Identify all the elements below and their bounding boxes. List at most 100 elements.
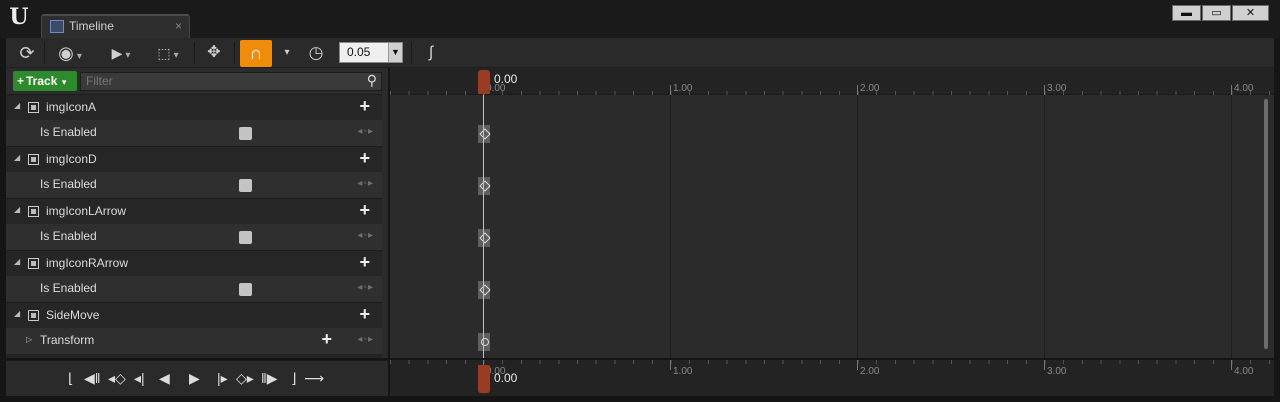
play-icon[interactable]: ▶: [104, 40, 138, 66]
track-property-row[interactable]: ▷ Transform + ◂◦▸: [6, 328, 388, 354]
track-object-name: imgIconD: [46, 152, 97, 166]
title-bar: U Timeline × ▬ ▭ ✕: [0, 0, 1280, 38]
track-object-row[interactable]: ◢ SideMove +: [6, 302, 388, 328]
bottom-time-ruler[interactable]: 0.00 1.00 2.00 3.00 4.00 0.00: [390, 360, 1274, 396]
track-object-name: imgIconA: [46, 100, 97, 114]
playhead-time-bottom: 0.00: [494, 371, 518, 385]
keyframe-diamond[interactable]: [478, 229, 490, 247]
panel-splitter[interactable]: [382, 68, 388, 358]
snap-options-chevron-down-icon[interactable]: ▾: [280, 40, 294, 66]
window-buttons: ▬ ▭ ✕: [1171, 5, 1269, 21]
track-property-row[interactable]: Is Enabled ◂◦▸: [6, 120, 388, 146]
track-property-row[interactable]: Is Enabled ◂◦▸: [6, 276, 388, 302]
image-widget-icon: [28, 258, 39, 269]
add-property-plus-icon[interactable]: +: [359, 304, 370, 325]
maximize-button[interactable]: ▭: [1202, 5, 1231, 21]
expander-open-icon[interactable]: ◢: [14, 153, 20, 162]
toolbar-separator: [234, 42, 235, 64]
timeline-area[interactable]: 0.00 1.00 2.00 3.00 4.00 0.00: [390, 68, 1274, 358]
expander-open-icon[interactable]: ◢: [14, 309, 20, 318]
loop-icon[interactable]: ⟶: [304, 370, 324, 387]
track-object-row[interactable]: ◢ imgIconRArrow +: [6, 250, 388, 276]
image-widget-icon: [28, 206, 39, 217]
clock-icon[interactable]: ◷: [304, 40, 328, 66]
add-key-plus-icon[interactable]: +: [321, 329, 332, 350]
step-forward-icon[interactable]: |▸: [217, 370, 228, 387]
playhead-time: 0.00: [494, 72, 518, 86]
track-property-name: Is Enabled: [40, 229, 97, 243]
is-enabled-checkbox[interactable]: [239, 179, 252, 192]
tab-timeline[interactable]: Timeline ×: [41, 14, 190, 38]
close-button[interactable]: ✕: [1232, 5, 1269, 21]
snap-interval-select[interactable]: 0.05 ▼: [339, 42, 403, 63]
gridline: [670, 95, 671, 358]
track-object-row[interactable]: ◢ imgIconD +: [6, 146, 388, 172]
tab-close-icon[interactable]: ×: [175, 19, 182, 33]
track-object-row[interactable]: ◢ imgIconLArrow +: [6, 198, 388, 224]
toolbar-separator: [411, 42, 412, 64]
ruler-major-tick: [1231, 85, 1232, 95]
keyframe-diamond[interactable]: [478, 281, 490, 299]
refresh-icon[interactable]: ⟳: [14, 40, 40, 66]
keyframe-section[interactable]: [478, 333, 490, 351]
jump-start-icon[interactable]: ◀‖: [84, 370, 101, 387]
set-end-icon[interactable]: ⌋: [291, 370, 296, 387]
track-property-row[interactable]: Is Enabled ◂◦▸: [6, 172, 388, 198]
track-object-row[interactable]: ◢ imgIconA +: [6, 94, 388, 120]
add-property-plus-icon[interactable]: +: [359, 200, 370, 221]
jump-end-icon[interactable]: ‖▶: [261, 370, 278, 387]
vertical-scrollbar[interactable]: [1264, 99, 1268, 349]
add-property-plus-icon[interactable]: +: [359, 96, 370, 117]
transport-controls: ⌊ ◀‖ ◂◇ ◂| ◀ ▶ |▸ ◇▸ ‖▶ ⌋ ⟶: [6, 360, 388, 396]
is-enabled-checkbox[interactable]: [239, 127, 252, 140]
track-object-name: SideMove: [46, 308, 100, 322]
next-key-icon[interactable]: ◇▸: [236, 370, 254, 387]
ruler-major-tick: [1044, 85, 1045, 95]
add-property-plus-icon[interactable]: +: [359, 148, 370, 169]
set-start-icon[interactable]: ⌊: [68, 370, 73, 387]
ruler-minor-ticks: [390, 360, 1274, 364]
tick-label: 2.00: [860, 366, 880, 377]
filter-placeholder: Filter: [86, 74, 113, 88]
toolbar: ⟳ ◉ ▶ ⬚ ✥ ∩ ▾ ◷ 0.05 ▼ ʃ: [6, 38, 1274, 68]
minimize-button[interactable]: ▬: [1172, 5, 1201, 21]
chevron-down-icon: ▼: [388, 43, 402, 62]
key-navigation-icon[interactable]: ◂◦▸: [357, 178, 374, 189]
expander-closed-icon[interactable]: ▷: [26, 335, 32, 344]
ruler-major-tick: [670, 85, 671, 95]
track-property-name: Is Enabled: [40, 177, 97, 191]
keyframe-diamond[interactable]: [478, 177, 490, 195]
unreal-logo-icon: U: [9, 4, 29, 30]
play-icon[interactable]: ▶: [189, 370, 200, 387]
image-widget-icon: [28, 102, 39, 113]
key-navigation-icon[interactable]: ◂◦▸: [357, 282, 374, 293]
key-navigation-icon[interactable]: ◂◦▸: [357, 230, 374, 241]
gridline: [857, 95, 858, 358]
filter-input[interactable]: Filter ⚲: [80, 72, 382, 91]
ruler-major-tick: [857, 360, 858, 370]
step-back-icon[interactable]: ◂|: [134, 370, 145, 387]
keyframe-diamond[interactable]: [478, 125, 490, 143]
play-reverse-icon[interactable]: ◀: [159, 370, 170, 387]
curve-icon[interactable]: ʃ: [418, 40, 444, 66]
expander-open-icon[interactable]: ◢: [14, 205, 20, 214]
key-navigation-icon[interactable]: ◂◦▸: [357, 126, 374, 137]
playhead-handle-bottom[interactable]: [478, 365, 490, 393]
time-ruler[interactable]: 0.00 1.00 2.00 3.00 4.00 0.00: [390, 68, 1274, 95]
image-widget-icon: [28, 154, 39, 165]
is-enabled-checkbox[interactable]: [239, 283, 252, 296]
widget-icon: [28, 310, 39, 321]
track-property-row[interactable]: Is Enabled ◂◦▸: [6, 224, 388, 250]
eye-icon[interactable]: ◉: [50, 40, 90, 66]
playhead-handle[interactable]: [478, 70, 490, 94]
add-property-plus-icon[interactable]: +: [359, 252, 370, 273]
expander-open-icon[interactable]: ◢: [14, 101, 20, 110]
add-track-button[interactable]: + Track ▾: [13, 71, 77, 91]
move-icon[interactable]: ✥: [202, 40, 226, 66]
prev-key-icon[interactable]: ◂◇: [108, 370, 126, 387]
key-navigation-icon[interactable]: ◂◦▸: [357, 334, 374, 345]
expander-open-icon[interactable]: ◢: [14, 257, 20, 266]
magnet-icon[interactable]: ∩: [240, 40, 272, 67]
select-icon[interactable]: ⬚: [150, 40, 186, 66]
is-enabled-checkbox[interactable]: [239, 231, 252, 244]
